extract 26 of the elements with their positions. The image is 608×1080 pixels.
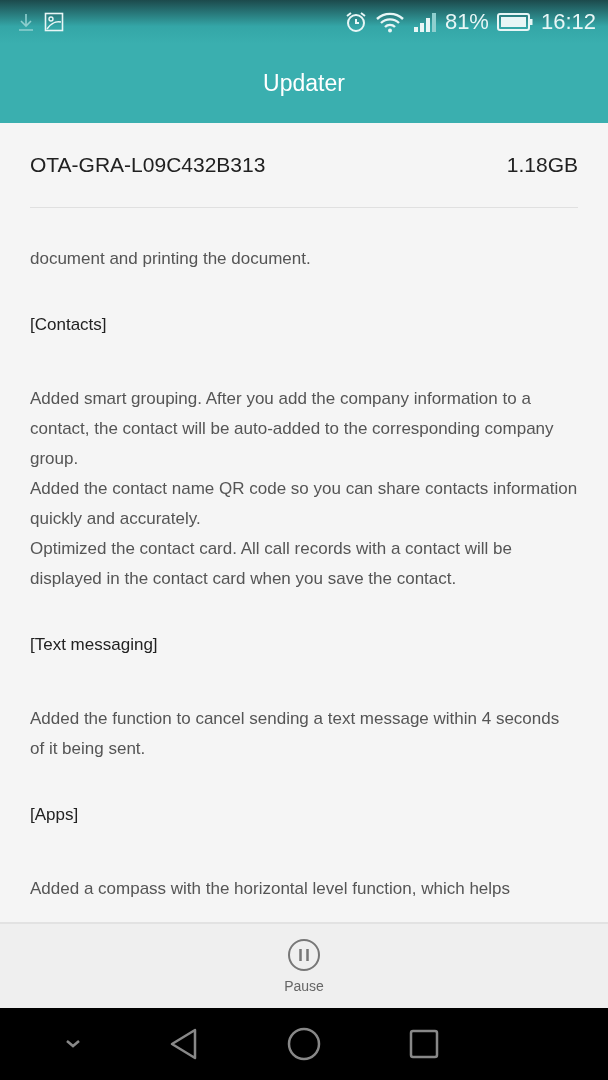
release-note-paragraph: Added the function to cancel sending a text message within 4 seconds of it being sent. [30, 708, 561, 760]
release-note-paragraph: document and printing the document. [30, 248, 312, 270]
release-note-paragraph: Added smart grouping. After you add the company information to a contact, the contact will be auto-added to the corresponding company group. [30, 388, 555, 470]
package-name: OTA-GRA-L09C432B313 [30, 153, 266, 177]
home-button[interactable] [287, 1027, 321, 1061]
signal-icon [412, 11, 437, 33]
release-note-paragraph: Optimized the contact card. All call records with a contact will be displayed in the contact card when you save the contact. [30, 538, 513, 590]
section-heading: [Text messaging] [30, 634, 159, 656]
wifi-icon [374, 11, 405, 33]
pause-button[interactable]: Pause [284, 938, 324, 994]
clock-time: 16:12 [540, 9, 596, 35]
package-size: 1.18GB [506, 153, 578, 177]
home-icon [287, 1027, 321, 1061]
release-note-paragraph: Added a compass with the horizontal level function, which helps [30, 878, 512, 900]
release-note-paragraph: Added the contact name QR code so you can share contacts information quickly and accurately. [30, 478, 578, 530]
battery-icon [496, 12, 533, 32]
recents-button[interactable] [408, 1029, 439, 1059]
battery-percent: 81% [444, 9, 489, 35]
image-icon [44, 12, 64, 32]
section-heading: [Contacts] [30, 314, 108, 336]
download-icon [16, 12, 36, 32]
app-title: Updater [263, 70, 345, 97]
pause-icon [287, 938, 321, 972]
alarm-icon [344, 11, 367, 33]
recents-icon [408, 1029, 439, 1059]
section-heading: [Apps] [30, 804, 80, 826]
